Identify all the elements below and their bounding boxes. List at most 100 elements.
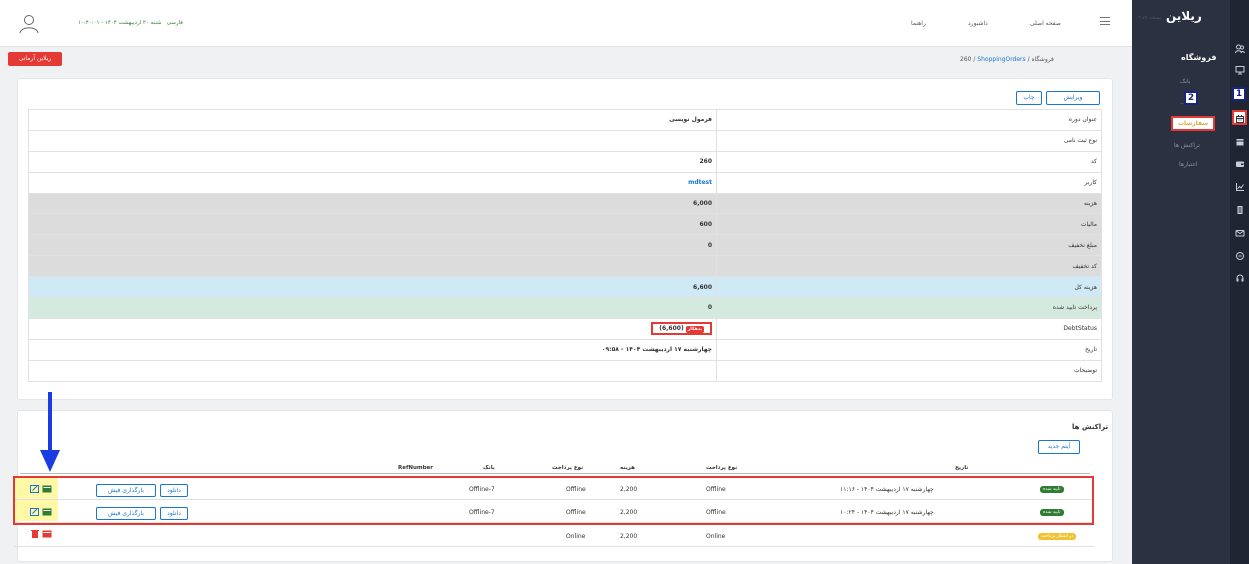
detail-label: مالیات bbox=[716, 213, 1102, 236]
detail-value-text: 0 bbox=[707, 241, 712, 249]
new-item-button[interactable]: آیتم جدید bbox=[1038, 440, 1080, 454]
detail-row: فرمول نویسی عنوان دوره bbox=[28, 109, 1102, 131]
debtor-badge: بدهکار bbox=[685, 326, 704, 334]
detail-value: چهارشنبه ۱۷ اردیبهشت ۱۴۰۴ - ۰۹:۵۸ bbox=[28, 338, 717, 361]
col-refnumber: RefNumber bbox=[398, 465, 433, 471]
breadcrumb: 260 / ShoppingOrders / فروشگاه bbox=[960, 56, 1054, 63]
detail-row: 6,000 هزینه bbox=[28, 192, 1102, 215]
detail-value bbox=[28, 359, 717, 382]
nav-home-link[interactable]: صفحه اصلی bbox=[1030, 20, 1061, 27]
breadcrumb-orders[interactable]: ShoppingOrders bbox=[977, 56, 1025, 63]
sidebar-section-title: فروشگاه bbox=[1181, 53, 1217, 62]
delete-icon[interactable] bbox=[30, 530, 40, 538]
nav-dashboard-link[interactable]: داشبورد bbox=[968, 20, 988, 27]
detail-value bbox=[28, 129, 717, 152]
detail-row: کد تخفیف bbox=[28, 255, 1102, 278]
detail-row: نوع ثبت نامی bbox=[28, 129, 1102, 152]
detail-label: تاریخ bbox=[716, 338, 1102, 361]
detail-value-text: فرمول نویسی bbox=[669, 116, 712, 124]
headset-icon[interactable] bbox=[1232, 271, 1247, 286]
detail-label: توضیحات bbox=[716, 359, 1102, 382]
callout-badge-2: 2 bbox=[1184, 91, 1198, 105]
debt-status-box: (6,600) بدهکار bbox=[651, 322, 712, 336]
print-button[interactable]: چاپ bbox=[1016, 91, 1042, 105]
sidebar-item-bank[interactable]: بانک bbox=[1180, 78, 1191, 85]
detail-label: مبلغ تخفیف bbox=[716, 234, 1102, 257]
detail-value: mdtest bbox=[28, 171, 717, 194]
col-bank: بانک bbox=[483, 465, 495, 471]
current-datetime: شنبه ۲۰ اردیبهشت ۱۴۰۴ - ۱۰:۴۰:۰۱ bbox=[78, 20, 162, 26]
card-icon[interactable] bbox=[42, 530, 52, 538]
detail-row: 0 پرداخت تایید شده bbox=[28, 297, 1102, 319]
detail-row: 6,600 هزینه کل bbox=[28, 276, 1102, 299]
detail-value: 260 bbox=[28, 150, 717, 173]
detail-label: کد bbox=[716, 150, 1102, 173]
hamburger-menu-icon[interactable] bbox=[1100, 17, 1110, 25]
detail-value-text: 600 bbox=[699, 220, 712, 228]
detail-label: نوع ثبت نامی bbox=[716, 129, 1102, 152]
chat-icon[interactable] bbox=[1232, 249, 1247, 264]
highlight-frame bbox=[13, 476, 1094, 525]
detail-row: 260 کد bbox=[28, 150, 1102, 173]
detail-label: هزینه bbox=[716, 192, 1102, 215]
tx-cost: 2,200 bbox=[620, 533, 638, 540]
tx-pay-type-2: Online bbox=[566, 533, 586, 540]
col-pay-type: نوع پرداخت bbox=[706, 465, 738, 471]
detail-value: 6,000 bbox=[28, 192, 717, 215]
sidebar-item-credits[interactable]: اعتبارها bbox=[1179, 161, 1198, 168]
document-icon[interactable] bbox=[1232, 203, 1247, 218]
wallet-icon[interactable] bbox=[1232, 157, 1247, 172]
detail-label: کد تخفیف bbox=[716, 255, 1102, 278]
detail-value-text: 0 bbox=[707, 304, 712, 312]
sidebar-item-transactions[interactable]: تراکنش ها bbox=[1174, 142, 1200, 149]
detail-value-text: 260 bbox=[699, 158, 712, 166]
detail-row: توضیحات bbox=[28, 359, 1102, 382]
sidebar-item-orders[interactable]: سفارشات bbox=[1171, 116, 1216, 131]
order-details-table: فرمول نویسی عنوان دوره نوع ثبت نامی 260 کد md… bbox=[28, 109, 1102, 382]
detail-value: 0 bbox=[28, 297, 717, 319]
debt-amount: (6,600) bbox=[659, 325, 684, 333]
col-pay-type-2: نوع پرداخت bbox=[552, 465, 584, 471]
detail-value-text: چهارشنبه ۱۷ اردیبهشت ۱۴۰۴ - ۰۹:۵۸ bbox=[601, 346, 712, 354]
detail-value-text: 6,000 bbox=[693, 200, 712, 207]
detail-row: mdtest کاربر bbox=[28, 171, 1102, 194]
detail-row: 600 مالیات bbox=[28, 213, 1102, 236]
detail-label: هزینه کل bbox=[716, 276, 1102, 299]
down-arrow-annotation bbox=[40, 392, 60, 472]
detail-value: 6,600 bbox=[28, 276, 717, 299]
chart-line-icon[interactable] bbox=[1232, 180, 1247, 195]
detail-row: 0 مبلغ تخفیف bbox=[28, 234, 1102, 257]
monitor-icon[interactable] bbox=[1232, 63, 1247, 78]
calendar-icon[interactable] bbox=[1232, 135, 1247, 150]
nav-help-link[interactable]: راهنما bbox=[911, 20, 926, 27]
datetime-lang: فارسی شنبه ۲۰ اردیبهشت ۱۴۰۴ - ۱۰:۴۰:۰۱ bbox=[78, 20, 183, 26]
detail-label: عنوان دوره bbox=[716, 109, 1102, 131]
callout-badge-1: 1 bbox=[1232, 87, 1246, 101]
detail-value: فرمول نویسی bbox=[28, 109, 717, 131]
breadcrumb-id: 260 bbox=[960, 56, 972, 63]
brand-logo: ریلاین bbox=[1166, 9, 1202, 23]
transaction-row: در انتظار پرداخت Online 2,200 Online bbox=[14, 526, 1094, 547]
user-avatar-icon[interactable] bbox=[18, 12, 40, 34]
detail-label: پرداخت تایید شده bbox=[716, 297, 1102, 319]
users-icon[interactable] bbox=[1232, 42, 1247, 57]
icon-rail bbox=[1230, 0, 1249, 564]
col-date: تاریخ bbox=[955, 465, 969, 471]
mail-icon[interactable] bbox=[1232, 226, 1247, 241]
brand-version: نسخه ۲.۷۸ bbox=[1138, 15, 1162, 21]
col-cost: هزینه bbox=[620, 465, 635, 471]
detail-label: کاربر bbox=[716, 171, 1102, 194]
header-divider bbox=[20, 473, 1090, 474]
detail-value-text[interactable]: mdtest bbox=[688, 179, 712, 186]
tx-pay-type: Online bbox=[706, 533, 726, 540]
detail-value: 0 bbox=[28, 234, 717, 257]
transactions-title: تراکنش ها bbox=[1072, 423, 1109, 431]
status-badge: در انتظار پرداخت bbox=[1038, 533, 1077, 540]
detail-label: DebtStatus bbox=[716, 317, 1102, 340]
store-icon[interactable] bbox=[1232, 110, 1247, 125]
breadcrumb-shop[interactable]: فروشگاه bbox=[1032, 56, 1054, 63]
edit-button[interactable]: ویرایش bbox=[1046, 91, 1100, 105]
lang-switch[interactable]: فارسی bbox=[167, 20, 183, 26]
detail-row: (6,600) بدهکار DebtStatus bbox=[28, 317, 1102, 340]
reline-armani-button[interactable]: ریلاین آرمانی bbox=[8, 52, 62, 66]
